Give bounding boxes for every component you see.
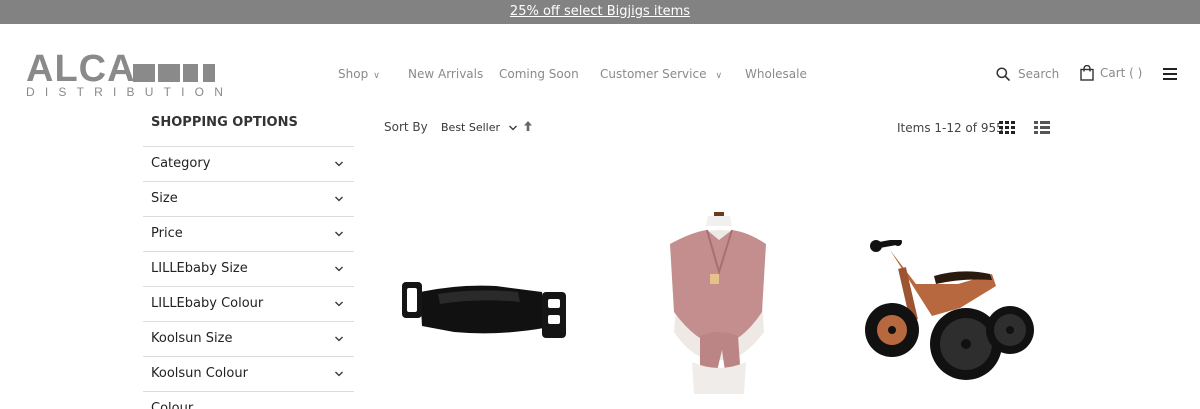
filter-category[interactable]: Category <box>143 146 354 181</box>
cart-label: Cart ( ) <box>1100 66 1143 80</box>
nav-item-label: Coming Soon <box>499 67 579 81</box>
filter-label: Size <box>151 191 178 206</box>
shopping-bag-icon <box>1080 65 1094 81</box>
site-logo[interactable]: ALCA DISTRIBUTION <box>26 50 234 100</box>
sort-select-value: Best Seller <box>441 121 501 134</box>
nav-item-customer-service[interactable]: Customer Service ∨ <box>600 66 722 84</box>
filter-label: LILLEbaby Colour <box>151 296 264 311</box>
chevron-down-icon: ∨ <box>373 71 380 81</box>
list-view-icon[interactable] <box>1034 121 1050 134</box>
filter-label: Price <box>151 226 183 241</box>
filter-price[interactable]: Price <box>143 216 354 251</box>
sort-by-label: Sort By <box>384 120 428 134</box>
nav-item-label: Customer Service <box>600 67 707 81</box>
promo-bar: 25% off select Bigjigs items <box>0 0 1200 24</box>
filter-lillebaby-size[interactable]: LILLEbaby Size <box>143 251 354 286</box>
filter-koolsun-size[interactable]: Koolsun Size <box>143 321 354 356</box>
filter-label: Koolsun Colour <box>151 366 248 381</box>
chevron-down-icon <box>335 301 343 307</box>
item-count: Items 1-12 of 955 <box>897 121 1004 135</box>
chevron-down-icon <box>335 161 343 167</box>
chevron-down-icon <box>335 196 343 202</box>
search-label: Search <box>1018 67 1060 81</box>
menu-icon[interactable] <box>1163 68 1177 80</box>
nav-item-coming-soon[interactable]: Coming Soon <box>499 66 579 82</box>
logo-tagline: DISTRIBUTION <box>26 85 234 99</box>
black-buckle-strap-icon[interactable] <box>398 272 574 344</box>
sort-select[interactable]: Best Seller <box>441 121 518 134</box>
nav-item-wholesale[interactable]: Wholesale <box>745 66 807 82</box>
filter-size[interactable]: Size <box>143 181 354 216</box>
pink-baby-wrap-carrier-icon[interactable] <box>662 212 772 394</box>
wooden-balance-trike-icon[interactable] <box>862 240 1038 384</box>
header-cart[interactable]: Cart ( ) <box>1080 64 1142 82</box>
nav-item-new-arrivals[interactable]: New Arrivals <box>408 66 483 82</box>
filter-colour[interactable]: Colour <box>143 391 354 409</box>
filter-label: Category <box>151 156 211 171</box>
logo-wordmark: ALCA <box>26 48 136 90</box>
header-search[interactable]: Search <box>996 65 1059 83</box>
nav-item-shop[interactable]: Shop ∨ <box>338 66 380 84</box>
grid-view-icon[interactable] <box>999 121 1015 134</box>
search-icon <box>996 67 1010 81</box>
nav-item-label: New Arrivals <box>408 67 484 81</box>
sidebar-title: SHOPPING OPTIONS <box>151 115 298 130</box>
nav-item-label: Shop <box>338 67 369 81</box>
chevron-down-icon <box>335 336 343 342</box>
promo-link[interactable]: 25% off select Bigjigs items <box>510 4 690 19</box>
shopping-options-sidebar: SHOPPING OPTIONS Category Size Price LIL… <box>143 110 354 409</box>
filter-koolsun-colour[interactable]: Koolsun Colour <box>143 356 354 391</box>
chevron-down-icon <box>335 231 343 237</box>
nav-item-label: Wholesale <box>745 67 807 81</box>
filter-label: Koolsun Size <box>151 331 233 346</box>
chevron-down-icon: ∨ <box>715 71 723 81</box>
chevron-down-icon <box>335 266 343 272</box>
chevron-down-icon <box>509 125 517 130</box>
filter-label: LILLEbaby Size <box>151 261 248 276</box>
filter-label: Colour <box>151 401 194 409</box>
sort-direction-arrow-icon[interactable] <box>523 120 533 132</box>
chevron-down-icon <box>335 371 343 377</box>
filter-lillebaby-colour[interactable]: LILLEbaby Colour <box>143 286 354 321</box>
